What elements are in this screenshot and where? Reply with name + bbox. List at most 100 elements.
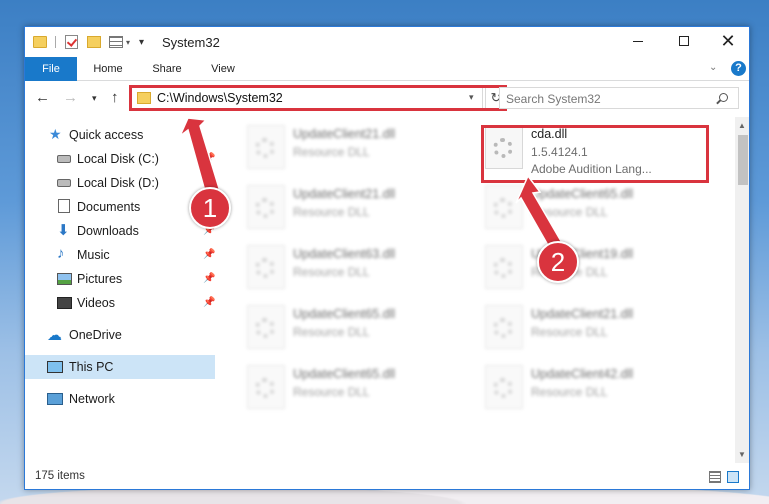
ribbon-tabs: File Home Share View ⌄ ? <box>25 57 749 81</box>
list-item[interactable]: UpdateClient42.dll Resource DLL <box>485 361 715 417</box>
tab-home[interactable]: Home <box>85 57 131 81</box>
sidebar-item-label: Network <box>69 392 115 406</box>
sidebar-item-network[interactable]: Network <box>25 387 215 411</box>
sidebar-item-onedrive[interactable]: ☁ OneDrive <box>25 323 215 347</box>
sidebar-item-quick-access[interactable]: ★ Quick access <box>25 123 215 147</box>
list-item[interactable]: UpdateClient65.dll Resource DLL <box>485 181 715 237</box>
scroll-up-icon[interactable]: ▲ <box>738 121 746 130</box>
title-bar: ▾ ▾ System32 ✕ <box>25 27 749 57</box>
pictures-icon <box>57 273 72 285</box>
list-item[interactable]: UpdateClient21.dll Resource DLL <box>247 121 477 177</box>
item-count: 175 items <box>35 470 85 482</box>
list-item[interactable]: UpdateClient63.dll Resource DLL <box>247 241 477 297</box>
navigation-pane: ★ Quick access Local Disk (C:) 📌 Local D… <box>25 117 215 463</box>
maximize-icon <box>679 36 689 47</box>
sidebar-item-label: Downloads <box>77 224 139 238</box>
sidebar-item-pictures[interactable]: Pictures 📌 <box>25 267 215 291</box>
videos-icon <box>57 297 72 309</box>
maximize-button[interactable] <box>661 27 707 57</box>
disk-icon <box>57 179 71 187</box>
list-item[interactable]: UpdateClient65.dll Resource DLL <box>247 301 477 357</box>
sidebar-item-videos[interactable]: Videos 📌 <box>25 291 215 315</box>
file-name: UpdateClient21.dll <box>293 187 396 201</box>
file-name: UpdateClient21.dll <box>293 127 396 141</box>
file-name: UpdateClient42.dll <box>531 367 634 381</box>
pin-icon[interactable]: 📌 <box>203 153 215 164</box>
search-input[interactable]: Search System32 <box>499 87 739 109</box>
file-type: Resource DLL <box>531 325 608 339</box>
tab-view[interactable]: View <box>201 57 245 81</box>
back-arrow-icon[interactable]: ← <box>35 89 50 106</box>
sidebar-item-label: OneDrive <box>69 328 122 342</box>
file-type: Resource DLL <box>293 325 370 339</box>
sidebar-item-this-pc[interactable]: This PC <box>25 355 215 379</box>
network-icon <box>47 393 63 405</box>
pin-icon[interactable]: 📌 <box>203 297 215 308</box>
toolbar-divider <box>55 36 56 48</box>
dll-file-icon <box>247 125 285 169</box>
pin-icon[interactable]: 📌 <box>203 249 215 260</box>
file-type: Resource DLL <box>293 145 370 159</box>
callout-1: 1 <box>189 187 231 229</box>
file-name: UpdateClient65.dll <box>293 367 396 381</box>
file-explorer-window: ▾ ▾ System32 ✕ File Home Share View ⌄ ? … <box>24 26 750 490</box>
forward-arrow-icon[interactable]: → <box>63 89 78 106</box>
large-icons-view-icon[interactable] <box>727 471 739 483</box>
dll-file-icon <box>485 365 523 409</box>
sidebar-item-local-disk-d[interactable]: Local Disk (D:) <box>25 171 215 195</box>
sidebar-item-label: Music <box>77 248 110 262</box>
help-icon[interactable]: ? <box>731 61 746 76</box>
file-name: UpdateClient63.dll <box>293 247 396 261</box>
file-name: UpdateClient65.dll <box>531 187 634 201</box>
search-placeholder: Search System32 <box>506 92 601 106</box>
list-item[interactable]: UpdateClient65.dll Resource DLL <box>247 361 477 417</box>
list-item[interactable]: UpdateClient21.dll Resource DLL <box>247 181 477 237</box>
properties-check-icon[interactable] <box>65 35 78 49</box>
dll-file-icon <box>247 365 285 409</box>
chevron-down-icon[interactable]: ▾ <box>126 38 130 54</box>
computer-icon <box>47 361 63 373</box>
file-type: Resource DLL <box>293 385 370 399</box>
search-icon[interactable] <box>719 93 728 102</box>
new-folder-icon[interactable] <box>87 36 101 48</box>
vertical-scrollbar[interactable]: ▲ ▼ <box>735 117 749 463</box>
file-type: Resource DLL <box>531 385 608 399</box>
file-highlight-box <box>481 125 709 183</box>
minimize-icon <box>633 40 643 42</box>
details-view-icon[interactable] <box>709 471 721 483</box>
tab-file[interactable]: File <box>25 57 77 81</box>
sidebar-item-label: Local Disk (C:) <box>77 152 159 166</box>
address-highlight-box <box>129 85 507 111</box>
cloud-icon: ☁ <box>47 327 62 344</box>
file-name: UpdateClient65.dll <box>293 307 396 321</box>
recent-locations-icon[interactable]: ▾ <box>92 93 97 104</box>
folder-icon <box>33 36 47 48</box>
pin-icon[interactable]: 📌 <box>203 273 215 284</box>
expand-ribbon-icon[interactable]: ⌄ <box>709 62 717 73</box>
up-arrow-icon[interactable]: ↑ <box>111 89 119 106</box>
navigation-bar: ← → ▾ ↑ C:\Windows\System32 ▾ ↻ Search S… <box>25 83 749 113</box>
scroll-down-icon[interactable]: ▼ <box>738 450 746 459</box>
file-type: Resource DLL <box>293 205 370 219</box>
tab-share[interactable]: Share <box>143 57 191 81</box>
customize-toolbar-icon[interactable] <box>109 36 123 48</box>
quick-access-dropdown-icon[interactable]: ▾ <box>139 37 144 53</box>
dll-file-icon <box>485 305 523 349</box>
music-icon: ♪ <box>57 245 65 262</box>
scrollbar-thumb[interactable] <box>738 135 748 185</box>
sidebar-item-label: Local Disk (D:) <box>77 176 159 190</box>
file-type: Resource DLL <box>531 205 608 219</box>
star-icon: ★ <box>49 126 62 142</box>
minimize-button[interactable] <box>615 27 661 57</box>
sidebar-item-music[interactable]: ♪ Music 📌 <box>25 243 215 267</box>
sidebar-item-documents[interactable]: Documents <box>25 195 215 219</box>
sidebar-item-downloads[interactable]: ⬇ Downloads 📌 <box>25 219 215 243</box>
list-item[interactable]: UpdateClient21.dll Resource DLL <box>485 301 715 357</box>
list-item[interactable]: UpdateClient19.dll Resource DLL <box>485 241 715 297</box>
sidebar-item-local-disk-c[interactable]: Local Disk (C:) 📌 <box>25 147 215 171</box>
dll-file-icon <box>485 245 523 289</box>
disk-icon <box>57 155 71 163</box>
file-type: Resource DLL <box>293 265 370 279</box>
file-name: UpdateClient21.dll <box>531 307 634 321</box>
close-button[interactable]: ✕ <box>705 27 749 57</box>
